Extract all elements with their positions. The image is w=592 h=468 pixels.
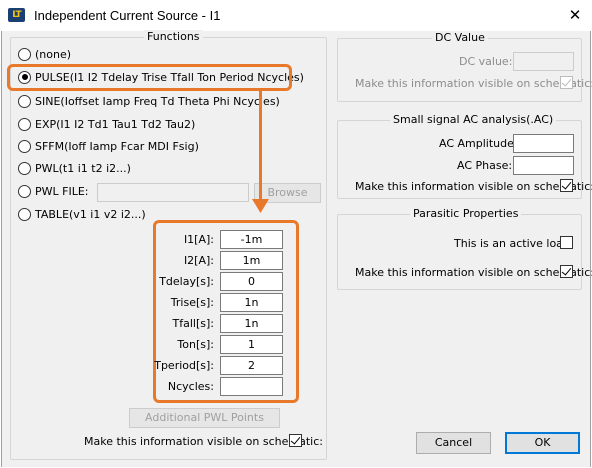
param-input-tfall[interactable]: 1n [220, 314, 283, 333]
radio-button[interactable] [18, 139, 31, 153]
param-label-ton: Ton[s]: [177, 338, 214, 351]
close-icon[interactable]: ✕ [560, 2, 590, 28]
ac-phase-input[interactable] [513, 156, 574, 175]
radio-exp[interactable]: EXP(I1 I2 Td1 Tau1 Td2 Tau2) [18, 115, 195, 133]
dc-visible-checkbox[interactable] [560, 76, 573, 89]
radio-label-exp: EXP(I1 I2 Td1 Tau1 Td2 Tau2) [35, 117, 196, 131]
functions-visible-label: Make this information visible on schemat… [84, 435, 323, 448]
radio-table[interactable]: TABLE(v1 i1 v2 i2...) [18, 205, 146, 223]
radio-button[interactable] [18, 117, 31, 131]
param-input-ncycles[interactable] [220, 377, 283, 396]
dc-value-group-title: DC Value [432, 31, 488, 44]
highlight-arrow-head [252, 199, 269, 213]
ac-amplitude-input[interactable] [513, 134, 574, 153]
param-label-ncycles: Ncycles: [167, 380, 214, 393]
param-label-tdelay: Tdelay[s]: [159, 275, 214, 288]
radio-button[interactable] [18, 184, 31, 198]
dc-value-input[interactable] [513, 52, 574, 71]
param-input-tperiod[interactable]: 2 [220, 356, 283, 375]
radio-sffm[interactable]: SFFM(Ioff Iamp Fcar MDI Fsig) [18, 137, 199, 155]
radio-label-pwl-file: PWL FILE: [35, 184, 89, 198]
ac-visible-checkbox[interactable] [560, 179, 573, 192]
parasitic-visible-label: Make this information visible on schemat… [355, 266, 592, 279]
radio-button[interactable] [18, 94, 31, 108]
ltspice-app-icon: LT [8, 8, 25, 22]
functions-group-title: Functions [144, 30, 203, 43]
parasitic-visible-checkbox[interactable] [560, 265, 573, 278]
param-label-tfall: Tfall[s]: [172, 317, 214, 330]
title-bar: LT Independent Current Source - I1 ✕ [0, 0, 592, 31]
param-label-trise: Trise[s]: [170, 296, 214, 309]
ok-button[interactable]: OK [505, 432, 580, 454]
cancel-button[interactable]: Cancel [416, 432, 491, 454]
radio-label-sffm: SFFM(Ioff Iamp Fcar MDI Fsig) [35, 139, 199, 153]
ac-analysis-group-title: Small signal AC analysis(.AC) [390, 113, 557, 126]
active-load-label: This is an active load: [454, 237, 574, 250]
radio-label-sine: SINE(Ioffset Iamp Freq Td Theta Phi Ncyc… [35, 94, 280, 108]
radio-button[interactable] [18, 47, 31, 61]
parasitic-group-title: Parasitic Properties [410, 207, 522, 220]
pulse-highlight-box [7, 64, 292, 91]
param-input-ton[interactable]: 1 [220, 335, 283, 354]
ac-amplitude-label: AC Amplitude: [439, 137, 518, 150]
radio-sine[interactable]: SINE(Ioffset Iamp Freq Td Theta Phi Ncyc… [18, 92, 280, 110]
radio-pwl[interactable]: PWL(t1 i1 t2 i2...) [18, 159, 131, 177]
dc-value-label: DC value: [459, 55, 513, 68]
radio-pwl-file[interactable]: PWL FILE: [18, 182, 89, 200]
param-input-i2[interactable]: 1m [220, 251, 283, 270]
highlight-arrow-line [259, 90, 262, 202]
ac-phase-label: AC Phase: [457, 159, 513, 172]
functions-visible-checkbox[interactable] [289, 434, 302, 447]
radio-none[interactable]: (none) [18, 45, 71, 63]
radio-label-table: TABLE(v1 i1 v2 i2...) [35, 207, 146, 221]
param-input-tdelay[interactable]: 0 [220, 272, 283, 291]
window-title: Independent Current Source - I1 [34, 8, 221, 23]
param-input-trise[interactable]: 1n [220, 293, 283, 312]
dc-visible-label: Make this information visible on schemat… [355, 77, 592, 90]
param-label-i2: I2[A]: [183, 254, 214, 267]
param-label-tperiod: Tperiod[s]: [154, 359, 214, 372]
pwl-file-input[interactable] [97, 183, 249, 202]
dialog-body: Functions (none) PULSE(I1 I2 Tdelay Tris… [1, 30, 592, 467]
ac-visible-label: Make this information visible on schemat… [355, 180, 592, 193]
radio-label-none: (none) [35, 47, 72, 61]
active-load-checkbox[interactable] [560, 236, 573, 249]
radio-button[interactable] [18, 207, 31, 221]
param-input-i1[interactable]: -1m [220, 230, 283, 249]
radio-button[interactable] [18, 161, 31, 175]
radio-label-pwl: PWL(t1 i1 t2 i2...) [35, 161, 131, 175]
additional-pwl-points-button[interactable]: Additional PWL Points [129, 408, 280, 428]
param-label-i1: I1[A]: [183, 233, 214, 246]
